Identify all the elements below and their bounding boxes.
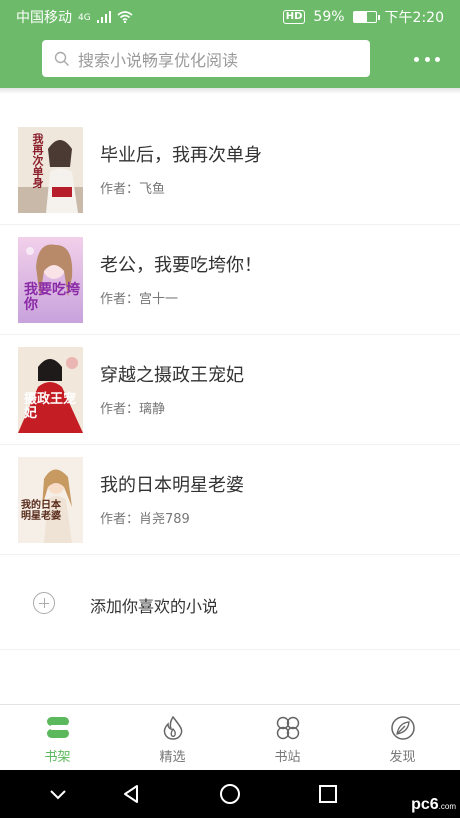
status-left: 中国移动 4G (16, 7, 133, 27)
home-icon[interactable] (218, 782, 242, 806)
search-icon (54, 51, 69, 66)
add-novel-label: 添加你喜欢的小说 (90, 597, 219, 616)
back-icon[interactable] (119, 782, 143, 806)
tab-featured[interactable]: 精选 (115, 705, 230, 770)
book-cover[interactable]: 摄政王宠妃 (18, 347, 83, 433)
carrier-label: 中国移动 (16, 10, 72, 26)
watermark: pc6.com (411, 796, 456, 813)
status-right: HD 59% 下午2:20 (282, 7, 444, 27)
leaf-icon (390, 716, 415, 740)
bottom-tab-bar: 书架 精选 书站 发现 (0, 704, 460, 770)
search-input[interactable]: 搜索小说畅享优化阅读 (42, 40, 370, 77)
status-bar: 中国移动 4G HD 59% 下午2:20 (0, 0, 460, 34)
book-author: 作者：肖尧789 (100, 512, 190, 527)
book-cover[interactable]: 我的日本明星老婆 (18, 457, 83, 543)
book-title: 毕业后，我再次单身 (100, 145, 262, 166)
network-label: 4G (78, 13, 91, 23)
chevron-down-icon[interactable] (46, 782, 70, 806)
app-header: 搜索小说畅享优化阅读 (0, 34, 460, 88)
hd-badge: HD (282, 10, 306, 24)
book-title: 我的日本明星老婆 (100, 475, 244, 496)
flame-icon (163, 715, 182, 740)
search-placeholder: 搜索小说畅享优化阅读 (78, 50, 239, 70)
tab-discover[interactable]: 发现 (345, 705, 460, 770)
battery-icon (352, 11, 380, 23)
cover-title: 我再次单身 (31, 133, 44, 188)
book-item[interactable]: 我再次单身 毕业后，我再次单身 作者：飞鱼 (0, 115, 460, 225)
clock: 下午2:20 (384, 10, 444, 26)
book-title: 老公，我要吃垮你！ (100, 255, 262, 276)
plus-circle-icon (33, 592, 55, 614)
book-author: 作者：璃静 (100, 402, 166, 417)
header-shadow (0, 88, 460, 94)
bookshelf-icon (46, 717, 69, 738)
book-item[interactable]: 摄政王宠妃 穿越之摄政王宠妃 作者：璃静 (0, 335, 460, 445)
book-title: 穿越之摄政王宠妃 (100, 365, 244, 386)
tab-label: 精选 (159, 750, 186, 765)
book-author: 作者：飞鱼 (100, 182, 166, 197)
book-list: 我再次单身 毕业后，我再次单身 作者：飞鱼 我要吃垮你 老公，我要吃垮你！ 作者… (0, 115, 460, 555)
battery-percent: 59% (313, 9, 345, 25)
add-novel-button[interactable]: 添加你喜欢的小说 (0, 560, 460, 650)
wifi-icon (117, 11, 133, 23)
book-author: 作者：宫十一 (100, 292, 179, 307)
tab-bookshelf[interactable]: 书架 (0, 705, 115, 770)
book-cover[interactable]: 我再次单身 (18, 127, 83, 213)
book-item[interactable]: 我的日本明星老婆 我的日本明星老婆 作者：肖尧789 (0, 445, 460, 555)
system-nav-bar: pc6.com (0, 770, 460, 818)
cover-title: 我的日本明星老婆 (21, 500, 61, 522)
recents-icon[interactable] (316, 782, 340, 806)
tab-bookstore[interactable]: 书站 (230, 705, 345, 770)
more-dots-icon[interactable] (414, 47, 440, 71)
tab-label: 书架 (44, 750, 71, 765)
cover-title: 我要吃垮你 (24, 282, 80, 313)
clover-icon (276, 716, 299, 740)
signal-icon (96, 11, 111, 23)
tab-label: 书站 (274, 750, 301, 765)
book-item[interactable]: 我要吃垮你 老公，我要吃垮你！ 作者：宫十一 (0, 225, 460, 335)
book-cover[interactable]: 我要吃垮你 (18, 237, 83, 323)
tab-label: 发现 (389, 750, 416, 765)
cover-title: 摄政王宠妃 (24, 392, 77, 421)
